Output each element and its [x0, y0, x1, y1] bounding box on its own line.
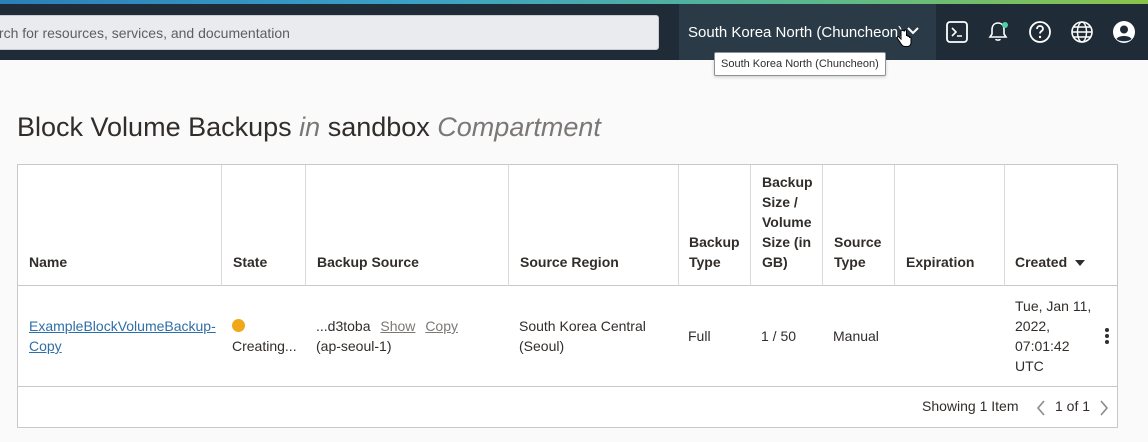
region-label: South Korea North (Chuncheon) [688, 24, 904, 41]
table-row: ExampleBlockVolumeBackup-Copy Creating..… [18, 286, 1117, 387]
row-backup-size: 1 / 50 [761, 328, 797, 344]
row-name-link[interactable]: ExampleBlockVolumeBackup-Copy [29, 316, 219, 356]
search-input[interactable]: Search for resources, services, and docu… [0, 15, 659, 50]
column-divider [508, 165, 509, 286]
chevron-left-icon[interactable] [1036, 400, 1046, 416]
backup-name[interactable]: ExampleBlockVolumeBackup-Copy [29, 318, 216, 354]
header-created[interactable]: Created [1015, 252, 1086, 272]
row-state: Creating... [232, 338, 297, 354]
region-tooltip: South Korea North (Chuncheon) [714, 52, 886, 76]
top-navigation-bar: Search for resources, services, and docu… [0, 4, 1148, 60]
column-divider [678, 165, 679, 286]
user-icon[interactable] [1112, 20, 1136, 44]
copy-ocid-link[interactable]: Copy [425, 318, 458, 334]
header-state[interactable]: State [233, 252, 267, 272]
chevron-right-icon[interactable] [1099, 400, 1109, 416]
row-source-region: South Korea Central (Seoul) [519, 318, 646, 354]
header-source-region[interactable]: Source Region [520, 252, 619, 272]
page-title-in: in [299, 112, 321, 142]
column-divider [750, 165, 751, 286]
backups-table: Name State Backup Source Source Region B… [17, 164, 1118, 428]
page-indicator: 1 of 1 [1055, 398, 1091, 414]
column-divider [894, 165, 895, 286]
header-backup-type[interactable]: Backup Type [689, 232, 744, 272]
sort-descending-icon [1075, 260, 1086, 266]
column-divider [221, 165, 222, 286]
showing-count: Showing 1 Item [922, 398, 1019, 414]
header-source-type[interactable]: Source Type [834, 232, 889, 272]
column-divider [822, 165, 823, 286]
search-placeholder: Search for resources, services, and docu… [0, 25, 290, 41]
row-backup-source: ...d3toba Show Copy [316, 316, 458, 336]
page-title-compartment: sandbox [327, 112, 430, 142]
row-backup-type: Full [688, 328, 711, 344]
page-title-main: Block Volume Backups [17, 112, 292, 142]
state-indicator [232, 319, 245, 332]
header-backup-source[interactable]: Backup Source [317, 252, 419, 272]
cloud-shell-icon[interactable] [945, 20, 969, 44]
hand-cursor-icon [896, 29, 912, 47]
globe-icon[interactable] [1070, 20, 1094, 44]
help-icon[interactable] [1028, 20, 1052, 44]
row-source-type: Manual [833, 328, 879, 344]
header-expiration[interactable]: Expiration [906, 252, 974, 272]
header-name[interactable]: Name [29, 252, 67, 272]
column-divider [305, 165, 306, 286]
page-title: Block Volume Backups in sandbox Compartm… [17, 112, 601, 143]
table-header: Name State Backup Source Source Region B… [18, 165, 1117, 286]
column-divider [1004, 165, 1005, 286]
row-created: Tue, Jan 11, 2022, 07:01:42 UTC [1015, 298, 1092, 374]
backup-source-id: ...d3toba [316, 318, 371, 334]
page-title-suffix: Compartment [437, 112, 601, 142]
kebab-icon[interactable] [1105, 328, 1109, 346]
bell-icon[interactable] [986, 20, 1010, 44]
show-ocid-link[interactable]: Show [380, 318, 415, 334]
backup-source-region: (ap-seoul-1) [316, 338, 392, 354]
header-backup-size[interactable]: Backup Size / Volume Size (in GB) [762, 172, 820, 272]
header-created-label: Created [1015, 254, 1068, 270]
